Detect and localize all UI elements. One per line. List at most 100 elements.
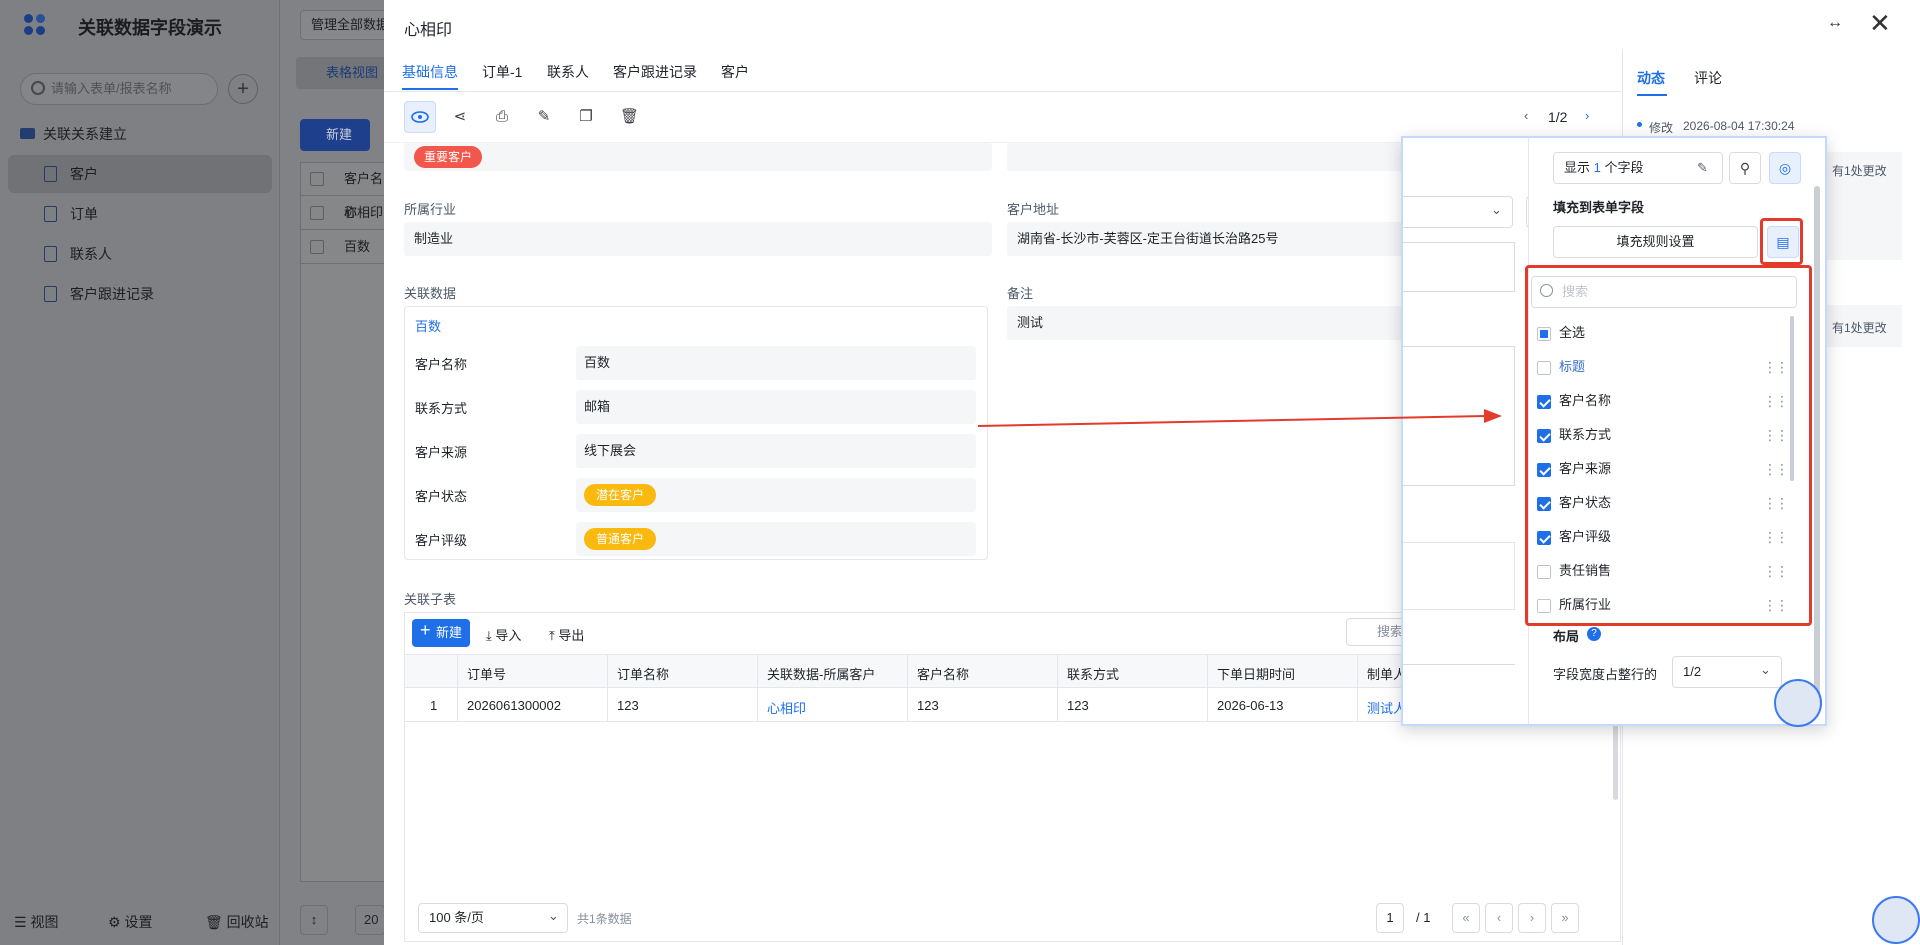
table-row[interactable]: 百数: [300, 230, 390, 264]
related-data-label: 关联数据: [404, 286, 457, 301]
drag-handle-icon[interactable]: ⋮⋮: [1763, 554, 1789, 588]
field-item-contact[interactable]: 联系方式 ⋮⋮: [1537, 418, 1789, 452]
layout-title: 布局: [1553, 629, 1580, 644]
popup-table: [1403, 542, 1515, 610]
tab-activity[interactable]: 动态: [1637, 68, 1665, 88]
checkbox[interactable]: [1537, 395, 1551, 409]
drag-handle-icon[interactable]: ⋮⋮: [1763, 418, 1789, 452]
bg-table: [300, 162, 390, 882]
bg-page-size[interactable]: 20: [355, 905, 385, 935]
add-form-button[interactable]: +: [228, 74, 258, 104]
field-item-source[interactable]: 客户来源 ⋮⋮: [1537, 452, 1789, 486]
nav-item-contact[interactable]: 联系人: [8, 235, 272, 273]
density-icon[interactable]: ↕: [300, 905, 328, 935]
popup-textarea[interactable]: [1403, 346, 1515, 486]
assistant-robot-icon[interactable]: [1872, 896, 1920, 944]
table-row[interactable]: 心相印: [300, 196, 390, 230]
footer-view-button[interactable]: ☰ 视图: [14, 912, 58, 932]
share-icon[interactable]: ⋖: [452, 109, 468, 125]
checkbox[interactable]: [1537, 429, 1551, 443]
export-button[interactable]: ⤒ 导出: [549, 625, 584, 644]
next-page-icon[interactable]: ›: [1518, 903, 1546, 933]
app-search-input[interactable]: 请输入表单/报表名称: [20, 73, 218, 105]
grid-divider: [607, 654, 608, 722]
fill-title: 填充到表单字段: [1553, 200, 1645, 215]
checkbox[interactable]: [1537, 531, 1551, 545]
pager-next-icon[interactable]: ›: [1585, 108, 1589, 123]
drag-handle-icon[interactable]: ⋮⋮: [1763, 486, 1789, 520]
tab-basic-info[interactable]: 基础信息: [402, 62, 458, 82]
field-item-title[interactable]: 标题 ⋮⋮: [1537, 350, 1789, 384]
grid-header-cell[interactable]: 客户名称: [917, 664, 969, 683]
fill-rule-button[interactable]: 填充规则设置: [1553, 226, 1758, 258]
tab-comment[interactable]: 评论: [1694, 68, 1722, 88]
edit-icon[interactable]: ✎: [536, 109, 552, 125]
bg-new-button[interactable]: 新建: [300, 119, 370, 151]
grid-header-cell[interactable]: 联系方式: [1067, 664, 1119, 683]
drag-handle-icon[interactable]: ⋮⋮: [1763, 588, 1789, 622]
expand-icon[interactable]: ↔: [1827, 14, 1843, 32]
pager-prev-icon[interactable]: ‹: [1524, 108, 1528, 123]
drag-handle-icon[interactable]: ⋮⋮: [1763, 384, 1789, 418]
related-row-value: 线下展会: [576, 434, 976, 468]
print-icon[interactable]: ⎙: [494, 109, 510, 125]
import-button[interactable]: ⤓ 导入: [486, 625, 521, 644]
copy-icon[interactable]: ❐: [578, 109, 594, 125]
prev-page-icon[interactable]: ‹: [1485, 903, 1513, 933]
tab-order[interactable]: 订单-1: [482, 62, 522, 82]
delete-icon[interactable]: 🗑: [620, 109, 639, 125]
close-icon[interactable]: ✕: [1869, 8, 1891, 39]
grid-header-cell[interactable]: 订单号: [467, 664, 506, 683]
checkbox[interactable]: [1537, 327, 1551, 341]
edit-icon[interactable]: ✎: [1697, 160, 1708, 176]
grid-cell-link[interactable]: 心相印: [767, 698, 806, 717]
checkbox[interactable]: [1537, 463, 1551, 477]
checkbox[interactable]: [1537, 497, 1551, 511]
view-toggle-button[interactable]: [404, 101, 436, 133]
table-view-tab[interactable]: 表格视图: [296, 57, 388, 89]
first-page-icon[interactable]: «: [1452, 903, 1480, 933]
drag-handle-icon[interactable]: ⋮⋮: [1763, 452, 1789, 486]
checkbox[interactable]: [1537, 361, 1551, 375]
tab-contact[interactable]: 联系人: [547, 62, 589, 82]
checkbox[interactable]: [1537, 565, 1551, 579]
field-item-status[interactable]: 客户状态 ⋮⋮: [1537, 486, 1789, 520]
field-search-input[interactable]: 搜索: [1531, 276, 1797, 308]
footer-recycle-button[interactable]: 🗑 回收站: [205, 912, 269, 932]
drag-handle-icon[interactable]: ⋮⋮: [1763, 520, 1789, 554]
tab-customer[interactable]: 客户: [721, 62, 749, 82]
grid-header-cell[interactable]: 下单日期时间: [1217, 664, 1295, 683]
field-item-select-all[interactable]: 全选: [1537, 316, 1787, 350]
activity-change[interactable]: 有1处更改: [1826, 152, 1902, 260]
nav-item-order[interactable]: 订单: [8, 195, 272, 233]
grid-divider: [457, 654, 458, 722]
field-item-sales[interactable]: 责任销售 ⋮⋮: [1537, 554, 1789, 588]
related-row-label: 客户评级: [415, 533, 468, 548]
grid-header-cell[interactable]: 关联数据-所属客户: [767, 664, 875, 683]
tab-followup[interactable]: 客户跟进记录: [613, 62, 697, 82]
nav-item-followup[interactable]: 客户跟进记录: [8, 275, 272, 313]
nav-group-title[interactable]: 关联关系建立: [20, 124, 127, 144]
checkbox[interactable]: [1537, 599, 1551, 613]
popup-textarea[interactable]: [1403, 242, 1515, 292]
last-page-icon[interactable]: »: [1551, 903, 1579, 933]
related-card-title[interactable]: 百数: [415, 316, 441, 335]
footer-settings-button[interactable]: ⚙ 设置: [108, 912, 152, 932]
settings-icon[interactable]: ◎: [1769, 152, 1801, 184]
nav-item-customer[interactable]: 客户: [8, 155, 272, 193]
page-input[interactable]: 1: [1376, 903, 1404, 933]
page-size-select[interactable]: 100 条/页: [418, 903, 568, 933]
drag-handle-icon[interactable]: ⋮⋮: [1763, 350, 1789, 384]
assistant-robot-icon[interactable]: [1774, 679, 1822, 727]
help-icon[interactable]: ?: [1587, 627, 1601, 641]
grid-header-cell[interactable]: 订单名称: [617, 664, 669, 683]
popup-scrollbar[interactable]: [1814, 186, 1820, 706]
filter-icon[interactable]: ⚲: [1729, 152, 1761, 184]
calculator-icon[interactable]: ▤: [1767, 226, 1799, 258]
field-item-customer-name[interactable]: 客户名称 ⋮⋮: [1537, 384, 1789, 418]
field-item-rating[interactable]: 客户评级 ⋮⋮: [1537, 520, 1789, 554]
activity-change[interactable]: 有1处更改: [1826, 305, 1902, 347]
table-row[interactable]: 客户名称: [300, 162, 390, 220]
field-item-industry[interactable]: 所属行业 ⋮⋮: [1537, 588, 1789, 622]
list-scrollbar[interactable]: [1790, 316, 1794, 481]
